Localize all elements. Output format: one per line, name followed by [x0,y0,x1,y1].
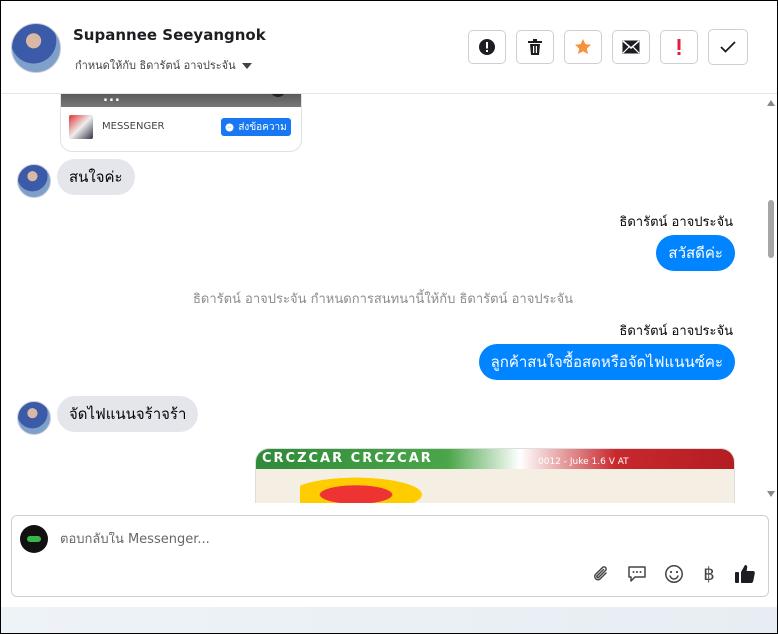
shared-post-card[interactable]: ... MESSENGER ส่งข้อความ [60,94,302,152]
assignee-dropdown[interactable]: กำหนดให้กับ ธิดารัตน์ อาจประจัน [75,56,252,74]
message-bubble-outgoing: สวัสดีค่ะ [656,235,735,271]
star-icon [575,39,591,54]
card-dot [270,94,286,97]
contact-name[interactable]: Supannee Seeyangnok [73,26,266,44]
scroll-up-arrow-icon[interactable] [767,100,775,106]
baht-icon: ฿ [703,563,715,585]
follow-up-button[interactable] [660,30,698,64]
attach-button[interactable] [589,562,613,586]
banner-artwork [300,473,440,503]
paperclip-icon [594,566,607,581]
thread-scrollbar[interactable] [765,94,777,503]
caret-down-icon [241,62,252,69]
image-attachment[interactable]: CRCZCAR CRCZCAR 0012 - Juke 1.6 V AT [255,448,735,503]
card-thumbnail [69,115,93,139]
banner-strip: CRCZCAR CRCZCAR 0012 - Juke 1.6 V AT [256,449,734,469]
message-bubble-incoming: จัดไฟแนนจร้าจร้า [57,396,199,432]
thumbs-up-icon [735,565,755,583]
inbox-window: Supannee Seeyangnok กำหนดให้กับ ธิดารัตน… [0,0,778,634]
message-thread[interactable]: ... MESSENGER ส่งข้อความ สนใจค่ะ ธิดารัต… [1,94,765,503]
emoji-icon [665,565,683,583]
like-button[interactable] [733,562,757,586]
message-bubble-outgoing: ลูกค้าสนใจซื้อสดหรือจัดไฟแนนซ์คะ [478,344,735,380]
send-message-button[interactable]: ส่งข้อความ [221,118,291,136]
contact-avatar[interactable] [11,23,61,73]
saved-replies-button[interactable] [625,562,649,586]
card-image-text: ... [103,94,121,105]
card-image: ... [61,94,301,107]
mark-done-button[interactable] [708,29,748,65]
star-button[interactable] [564,30,602,64]
system-notice: ธิดารัตน์ อาจประจัน กำหนดการสนทนานี้ให้ก… [192,292,574,307]
emoji-button[interactable] [662,562,686,586]
page-avatar [20,525,48,553]
chat-bubble-icon [628,566,646,582]
scrollbar-thumb[interactable] [768,200,774,258]
page-footer-strip [1,607,777,633]
sender-name: ธิดารัตน์ อาจประจัน [619,324,733,339]
trash-icon [528,39,542,55]
exclamation-icon [677,39,681,55]
reply-composer: ฿ [11,515,769,597]
card-label: MESSENGER [102,121,165,132]
payment-button[interactable]: ฿ [697,562,721,586]
reply-input[interactable] [60,532,560,547]
check-icon [720,41,736,53]
delete-button[interactable] [516,30,554,64]
customer-avatar [17,401,51,435]
banner-brand-text: CRCZCAR CRCZCAR [262,451,433,466]
customer-avatar [17,164,51,198]
banner-model-text: 0012 - Juke 1.6 V AT [538,457,629,467]
sender-name: ธิดารัตน์ อาจประจัน [619,215,733,230]
envelope-icon [622,40,640,54]
assignee-label: กำหนดให้กับ ธิดารัตน์ อาจประจัน [75,59,236,72]
message-bubble-incoming: สนใจค่ะ [57,159,135,195]
scroll-down-arrow-icon[interactable] [767,491,775,497]
messenger-icon [225,122,234,132]
send-message-label: ส่งข้อความ [238,121,287,133]
mark-unread-button[interactable] [612,30,650,64]
conversation-header: Supannee Seeyangnok กำหนดให้กับ ธิดารัตน… [1,1,777,94]
spam-button[interactable] [468,30,506,64]
alert-circle-icon [479,39,495,55]
